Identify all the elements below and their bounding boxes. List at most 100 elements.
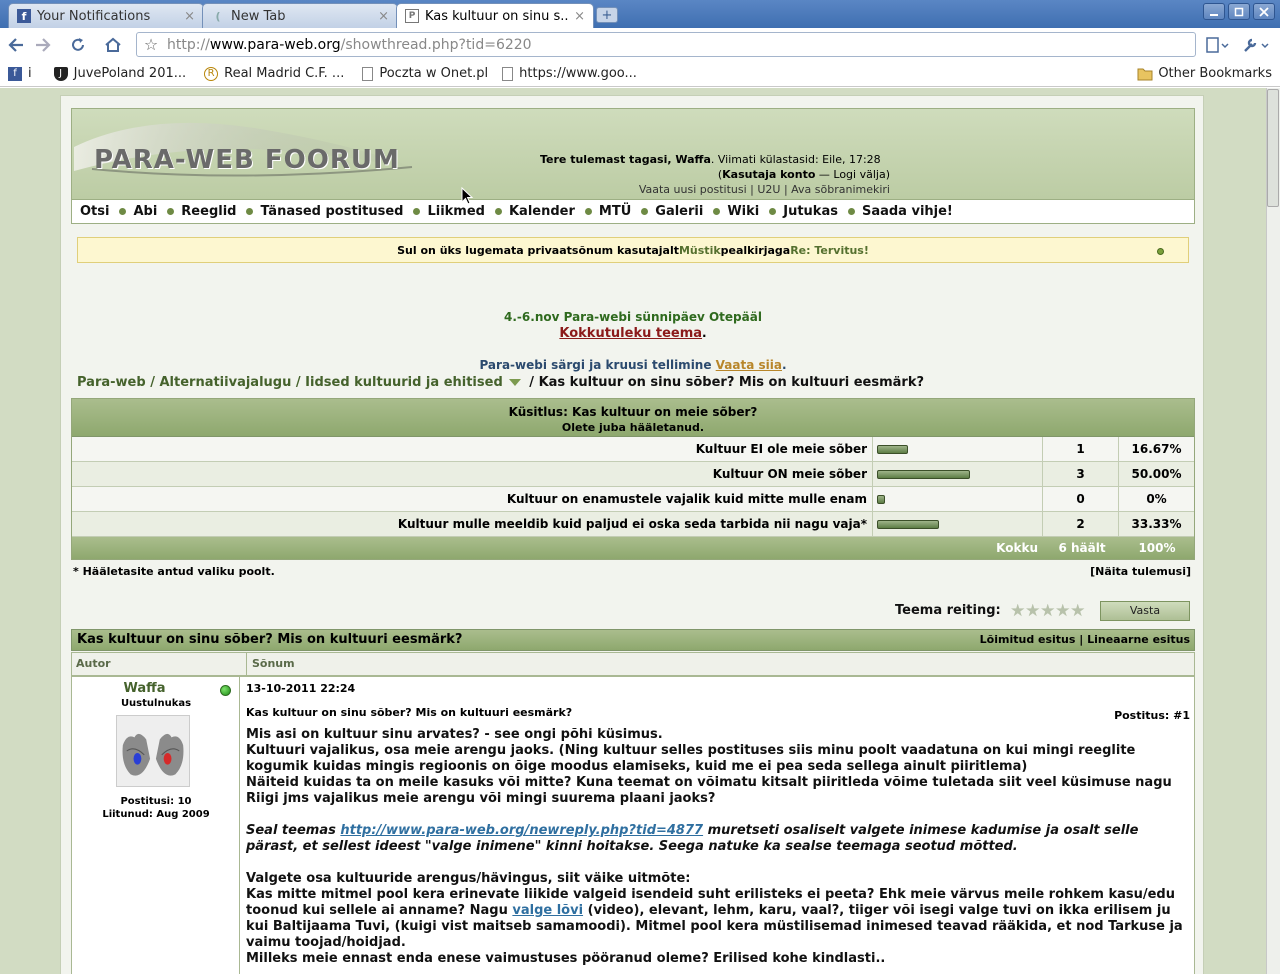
reply-button[interactable]: Vasta [1100, 601, 1190, 621]
nav-rules[interactable]: Reeglid [181, 204, 236, 219]
juventus-shield-icon: J [53, 66, 68, 81]
nav-help[interactable]: Abi [133, 204, 157, 219]
post: Waffa Uustulnukas Postitusi: 10 Liitunud… [71, 676, 1195, 974]
mouse-cursor-icon [461, 187, 473, 205]
bookmark-item[interactable]: R Real Madrid C.F. ... [204, 66, 344, 81]
nav-todays-posts[interactable]: Tänased postitused [260, 204, 403, 219]
nav-chat[interactable]: Jutukas [783, 204, 838, 219]
nav-members[interactable]: Liikmed [427, 204, 485, 219]
author-stats: Postitusi: 10 Liitunud: Aug 2009 [72, 795, 240, 821]
home-icon [105, 37, 121, 52]
welcome-username[interactable]: Waffa [675, 153, 711, 166]
tab-current-thread[interactable]: P Kas kultuur on sinu s... × [396, 3, 594, 28]
bullet-icon [769, 208, 777, 215]
breadcrumb-home[interactable]: Para-web [77, 375, 146, 390]
poll-note: * Hääletasite antud valiku poolt. [73, 565, 275, 578]
pm-sender-link[interactable]: Müstik [679, 244, 721, 257]
breadcrumb-separator: / [524, 375, 539, 390]
scrollbar-thumb[interactable] [1267, 89, 1279, 207]
star-icon[interactable] [1011, 603, 1025, 617]
star-icon[interactable] [1026, 603, 1040, 617]
rating-stars[interactable] [1011, 603, 1086, 618]
bookmark-star-icon[interactable]: ☆ [137, 35, 165, 54]
page-viewport[interactable]: PARA-WEB FOORUM Tere tulemast tagasi, Wa… [0, 88, 1266, 974]
pm-subject-link[interactable]: Re: Tervitus! [790, 244, 869, 257]
post-link[interactable]: http://www.para-web.org/newreply.php?tid… [340, 823, 703, 838]
forum-nav: Otsi Abi Reeglid Tänased postitused Liik… [71, 200, 1195, 224]
tab-label: Your Notifications [37, 8, 151, 24]
merch-link[interactable]: Vaata siia [716, 358, 782, 372]
nav-calendar[interactable]: Kalender [509, 204, 575, 219]
maximize-button[interactable] [1228, 3, 1250, 20]
poll-option-row: Kultuur ON meie sõber 3 50.00% [72, 462, 1194, 487]
breadcrumb-separator: / [291, 375, 306, 390]
private-message-notice: Sul on üks lugemata privaatsõnum kasutaj… [77, 237, 1189, 263]
back-button[interactable] [3, 32, 29, 58]
poll-percent: 33.33% [1131, 517, 1182, 531]
bookmark-item[interactable]: Poczta w Onet.pl [362, 66, 488, 81]
real-madrid-crest-icon: R [204, 66, 219, 81]
tab-new-tab[interactable]: ( New Tab × [202, 3, 398, 28]
nav-search[interactable]: Otsi [80, 204, 109, 219]
star-icon[interactable] [1071, 603, 1085, 617]
close-icon[interactable]: × [574, 9, 585, 24]
nav-mtu[interactable]: MTÜ [599, 204, 631, 219]
folder-icon [1137, 68, 1153, 80]
nav-wiki[interactable]: Wiki [727, 204, 759, 219]
post-number[interactable]: Postitus: #1 [1114, 708, 1190, 724]
meetup-topic-link[interactable]: Kokkutuleku teema [559, 326, 702, 341]
bookmark-label: Poczta w Onet.pl [379, 66, 489, 81]
page-menu-button[interactable] [1202, 32, 1234, 58]
video-link[interactable]: valge lõvi [512, 903, 583, 918]
address-bar[interactable]: ☆ http://www.para-web.org/showthread.php… [136, 32, 1196, 57]
tab-label: New Tab [231, 8, 286, 24]
announcement-link-line: Kokkutuleku teema. [61, 326, 1205, 341]
tools-menu-button[interactable] [1240, 32, 1274, 58]
home-button[interactable] [100, 32, 126, 58]
bookmark-item[interactable]: J JuvePoland 201... [53, 66, 186, 81]
close-icon[interactable]: × [378, 9, 389, 24]
reload-button[interactable] [65, 32, 91, 58]
nav-send-tip[interactable]: Saada vihje! [862, 204, 953, 219]
minimize-button[interactable] [1203, 3, 1225, 20]
bookmark-label: Other Bookmarks [1158, 66, 1272, 81]
avatar[interactable] [116, 715, 190, 787]
url-host: www.para-web.org [209, 36, 341, 53]
poll-footer: Kokku 6 häält 100% [72, 537, 1194, 559]
post-text: Milleks meie ennast enda enese vaimustus… [246, 951, 886, 966]
url-text[interactable]: http://www.para-web.org/showthread.php?t… [165, 37, 532, 53]
quick-links[interactable]: Vaata uusi postitusi | U2U | Ava sõbrani… [639, 183, 890, 196]
dismiss-dot-icon[interactable] [1157, 248, 1164, 255]
tab-notifications[interactable]: f Your Notifications × [8, 3, 204, 28]
view-mode-links[interactable]: Lõimitud esitus | Lineaarne esitus [980, 630, 1190, 650]
star-icon[interactable] [1041, 603, 1055, 617]
post-text: Mis asi on kultuur sinu arvates? - see o… [246, 727, 663, 742]
poll-bar [877, 444, 908, 454]
breadcrumb-category[interactable]: Alternatiivajalugu [159, 375, 291, 390]
back-arrow-icon [8, 38, 23, 52]
breadcrumb-forum[interactable]: Iidsed kultuurid ja ehitised [305, 375, 503, 390]
close-window-button[interactable] [1253, 3, 1275, 20]
pm-text: pealkirjaga [720, 243, 791, 257]
post-paragraph: Valgete osa kultuuride arengus/hävingus,… [246, 871, 1190, 967]
star-icon[interactable] [1056, 603, 1070, 617]
bookmark-item[interactable]: https://www.goo... [502, 66, 637, 81]
bullet-icon [584, 208, 592, 215]
page-scrollbar[interactable] [1266, 88, 1280, 974]
dropdown-triangle-icon[interactable] [508, 379, 521, 386]
poll-percent: 16.67% [1131, 442, 1182, 456]
forward-button[interactable] [30, 32, 56, 58]
bookmark-item[interactable]: fi [8, 66, 32, 81]
poll-total-percent: 100% [1138, 541, 1176, 555]
poll-option-label: Kultuur on enamustele vajalik kuid mitte… [72, 487, 873, 511]
forward-arrow-icon [36, 38, 51, 52]
new-tab-button[interactable]: + [596, 7, 618, 23]
nav-gallery[interactable]: Galerii [655, 204, 703, 219]
author-name[interactable]: Waffa [72, 681, 217, 696]
logout-link[interactable]: — Logi välja [819, 168, 886, 181]
account-link[interactable]: Kasutaja konto [722, 168, 815, 181]
poll-options: Kultuur EI ole meie sõber 1 16.67% Kultuur… [72, 437, 1194, 537]
close-icon[interactable]: × [184, 9, 195, 24]
show-results-link[interactable]: [Näita tulemusi] [1090, 565, 1191, 578]
other-bookmarks[interactable]: Other Bookmarks [1137, 66, 1272, 81]
